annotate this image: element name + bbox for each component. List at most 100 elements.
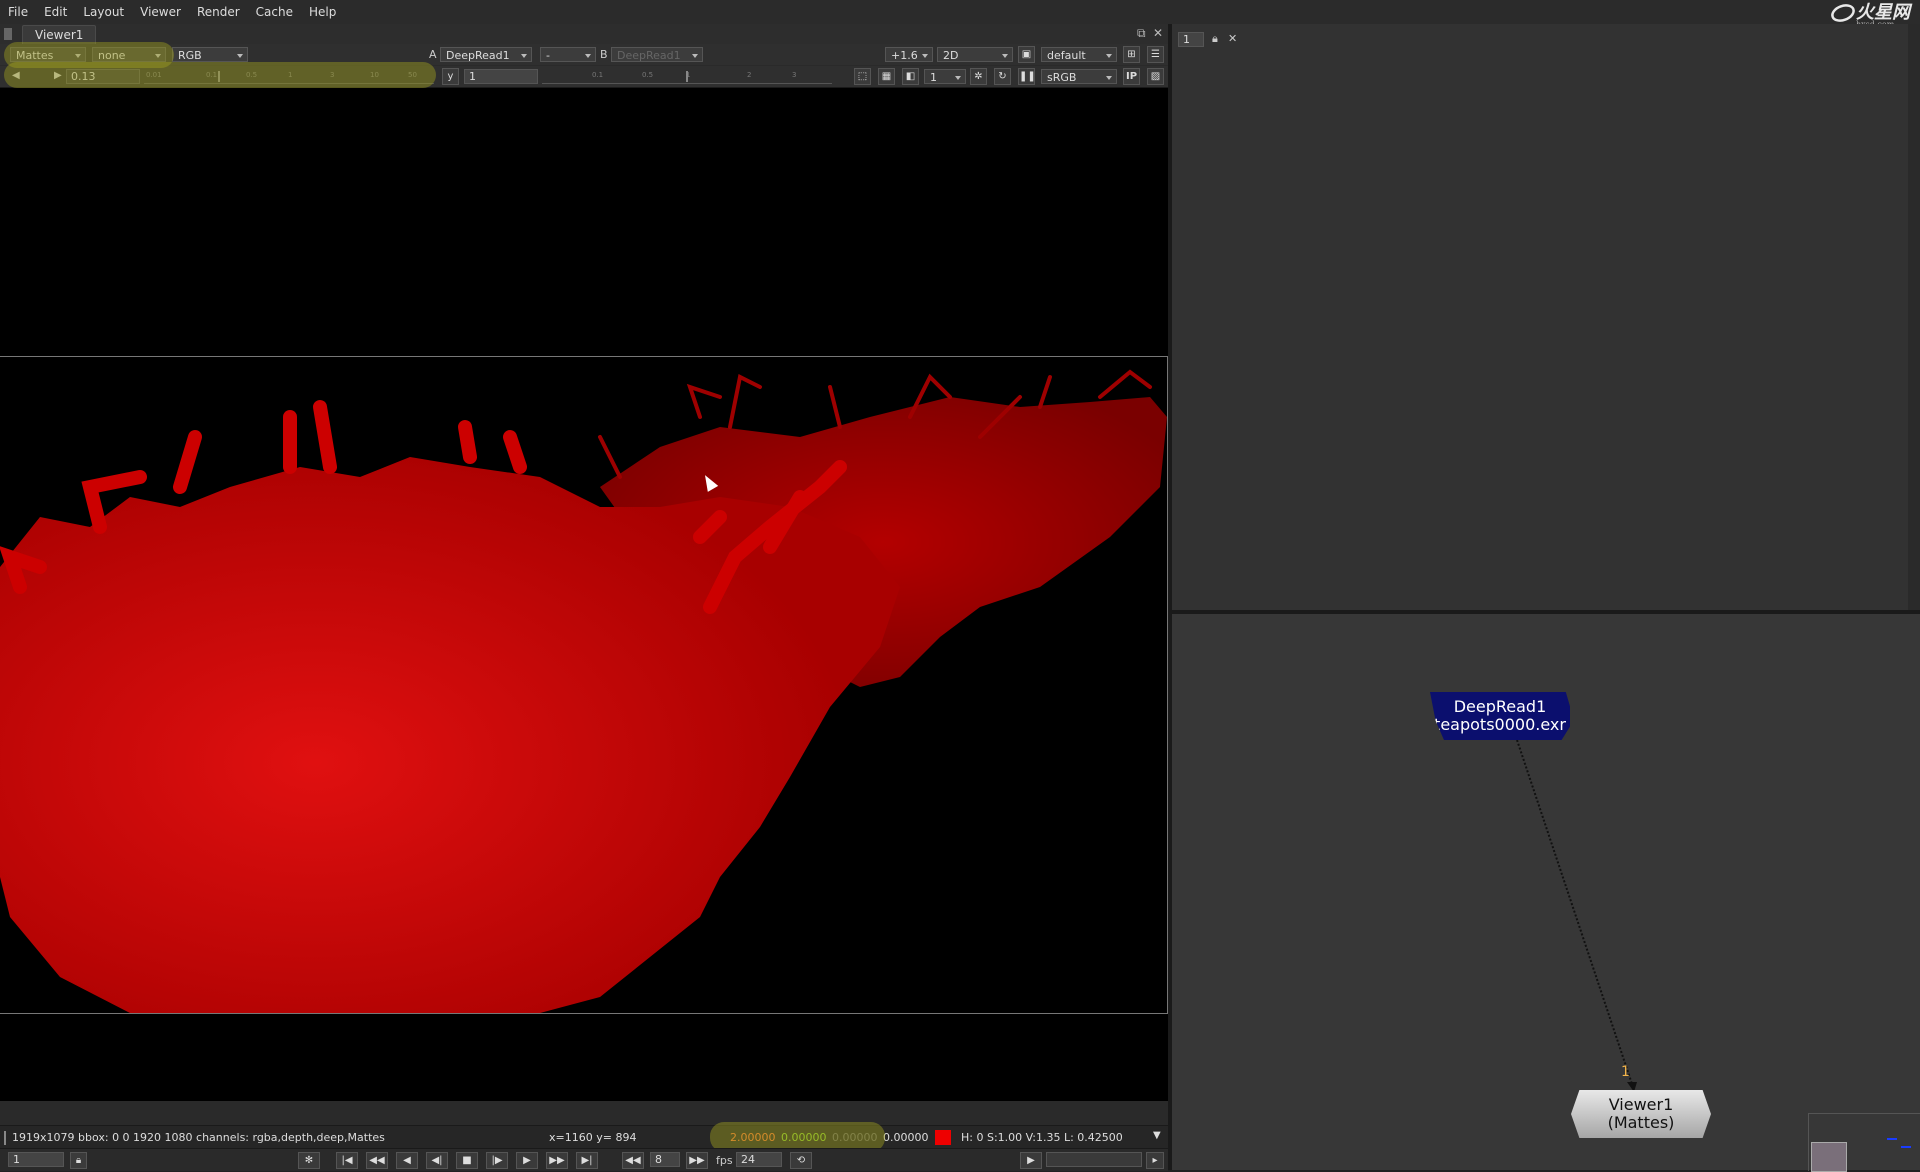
site-logo: 火星网hxsd.com <box>1830 2 1910 29</box>
wipe-operator-dropdown[interactable]: - <box>540 47 596 62</box>
layer-dropdown[interactable]: Mattes <box>10 47 86 62</box>
viewer-colorspace-dropdown[interactable]: sRGB <box>1041 69 1117 84</box>
roi-icon[interactable]: ⬚ <box>854 68 871 85</box>
stop-icon[interactable]: ■ <box>456 1152 478 1169</box>
info-bar-grip <box>4 1131 6 1145</box>
input-a-label: A <box>429 48 437 61</box>
gamma-field[interactable]: 1 <box>464 69 538 84</box>
next-keyframe-icon[interactable]: ▶▶ <box>546 1152 568 1169</box>
input-b-label: B <box>600 48 608 61</box>
viewer-toolbar-bottom: ◀ ▶ 0.13 0.01 0.1 0.5 1 3 10 50 y 1 0.1 … <box>0 66 1168 88</box>
step-forward-icon[interactable]: ▶ <box>516 1152 538 1169</box>
hsvl-readout: H: 0 S:1.00 V:1.35 L: 0.42500 <box>961 1131 1123 1144</box>
first-frame-icon[interactable]: |◀ <box>336 1152 358 1169</box>
pause-icon[interactable]: ❚❚ <box>1018 68 1036 85</box>
blue-value: 0.00000 <box>832 1131 878 1144</box>
viewer-settings-icon[interactable]: ☰ <box>1147 46 1164 63</box>
node-graph[interactable]: DeepRead1 teapots0000.exr 1 Viewer1 (Mat… <box>1172 614 1920 1172</box>
view-mode-dropdown[interactable]: 2D <box>937 47 1013 62</box>
info-menu-arrow-icon[interactable]: ▼ <box>1153 1130 1161 1141</box>
menu-help[interactable]: Help <box>301 5 344 19</box>
deepread-node-name: DeepRead1 <box>1453 697 1547 716</box>
fstop-left-arrow-icon[interactable]: ◀ <box>12 68 20 83</box>
tab-viewer1[interactable]: Viewer1 <box>22 25 97 45</box>
lut-dropdown[interactable]: default <box>1041 47 1117 62</box>
gain-tick-label: 0.5 <box>246 71 258 79</box>
viewer-tab-bar: Viewer1 ⧉ ✕ <box>0 24 1168 45</box>
fstop-right-arrow-icon[interactable]: ▶ <box>54 68 62 83</box>
sync-viewer-icon[interactable]: ✻ <box>298 1152 320 1169</box>
camera-icon[interactable]: ▣ <box>1018 46 1035 63</box>
lock-panels-icon[interactable]: 🔒︎ <box>1212 32 1218 46</box>
gain-tick-label: 1 <box>288 71 293 79</box>
lock-frame-icon[interactable]: 🔒︎ <box>70 1152 87 1169</box>
play-forward-icon[interactable]: |▶ <box>486 1152 508 1169</box>
properties-scrollbar[interactable] <box>1908 24 1920 610</box>
viewer-canvas[interactable] <box>0 88 1168 1101</box>
last-frame-icon[interactable]: ▶| <box>576 1152 598 1169</box>
menu-layout[interactable]: Layout <box>75 5 132 19</box>
loop-mode-icon[interactable]: ⟲ <box>790 1152 812 1169</box>
gain-tick-label: 0.1 <box>206 71 218 79</box>
viewer-info-bar: 1919x1079 bbox: 0 0 1920 1080 channels: … <box>0 1125 1168 1149</box>
alpha-dropdown[interactable]: none <box>92 47 166 62</box>
menu-edit[interactable]: Edit <box>36 5 75 19</box>
gain-field[interactable]: 0.13 <box>66 69 140 84</box>
gain-tick-label: 0.01 <box>146 71 162 79</box>
deepread-node[interactable]: DeepRead1 teapots0000.exr <box>1430 692 1570 740</box>
clipping-warning-icon[interactable]: ▦ <box>878 68 895 85</box>
minimap-node-marker <box>1887 1138 1897 1140</box>
minimap-node-marker <box>1901 1146 1911 1148</box>
viewer-node[interactable]: Viewer1 (Mattes) <box>1571 1090 1711 1138</box>
downscale-dropdown[interactable]: 1 <box>924 69 966 84</box>
gamma-tick-label: 3 <box>792 71 797 79</box>
format-boundary-bottom <box>0 1013 1168 1014</box>
skip-forward-increment-icon[interactable]: ▶▶ <box>686 1152 708 1169</box>
gamma-label[interactable]: y <box>442 68 459 85</box>
wipe-toggle-icon[interactable]: ▨ <box>1147 68 1164 85</box>
viewer-node-layer: (Mattes) <box>1607 1113 1675 1132</box>
input-a-dropdown[interactable]: DeepRead1 <box>440 47 532 62</box>
zoom-dropdown[interactable]: +1.6 <box>885 47 933 62</box>
float-pane-icon[interactable]: ⧉ <box>1137 26 1146 41</box>
clear-panels-icon[interactable]: ✕ <box>1228 32 1237 45</box>
input-process-button[interactable]: IP <box>1123 68 1140 85</box>
pause-render-icon[interactable]: ✲ <box>970 68 987 85</box>
range-lock-icon[interactable]: ▸ <box>1146 1152 1164 1169</box>
menu-file[interactable]: File <box>0 5 36 19</box>
display-channels-dropdown[interactable]: RGB <box>172 47 248 62</box>
menu-render[interactable]: Render <box>189 5 248 19</box>
viewer-node-name: Viewer1 <box>1608 1095 1674 1114</box>
gain-slider-knob[interactable] <box>218 71 220 82</box>
properties-bin: 1 🔒︎ ✕ <box>1172 24 1920 610</box>
gain-slider[interactable]: 0.01 0.1 0.5 1 3 10 50 <box>144 71 434 84</box>
proxy-icon[interactable]: ◧ <box>902 68 919 85</box>
input-b-dropdown[interactable]: DeepRead1 <box>611 47 703 62</box>
pane-grip-icon[interactable] <box>4 28 12 40</box>
gain-tick-label: 3 <box>330 71 335 79</box>
frame-range-field[interactable] <box>1046 1152 1142 1167</box>
gain-tick-label: 50 <box>408 71 417 79</box>
gamma-tick-label: 2 <box>747 71 752 79</box>
flipbook-icon[interactable]: ▶ <box>1020 1152 1042 1169</box>
menu-cache[interactable]: Cache <box>248 5 301 19</box>
step-back-icon[interactable]: ◀ <box>396 1152 418 1169</box>
node-graph-minimap[interactable] <box>1808 1113 1920 1172</box>
previous-keyframe-icon[interactable]: ◀◀ <box>366 1152 388 1169</box>
max-panels-field[interactable]: 1 <box>1178 32 1204 47</box>
fps-field[interactable]: 24 <box>736 1152 782 1167</box>
play-backward-icon[interactable]: ◀| <box>426 1152 448 1169</box>
frame-increment-field[interactable]: 8 <box>650 1152 680 1167</box>
minimap-viewport[interactable] <box>1811 1142 1847 1172</box>
gamma-slider-knob[interactable] <box>686 71 688 82</box>
fit-view-icon[interactable]: ⊞ <box>1123 46 1140 63</box>
gamma-slider[interactable]: 0.1 0.5 1 2 3 <box>542 71 832 84</box>
refresh-icon[interactable]: ↻ <box>994 68 1011 85</box>
current-frame-field[interactable]: 1 <box>8 1152 64 1167</box>
skip-back-increment-icon[interactable]: ◀◀ <box>622 1152 644 1169</box>
alpha-value: 0.00000 <box>883 1131 929 1144</box>
close-pane-icon[interactable]: ✕ <box>1153 26 1163 40</box>
menu-viewer[interactable]: Viewer <box>132 5 189 19</box>
menu-bar: File Edit Layout Viewer Render Cache Hel… <box>0 0 1920 29</box>
red-value: 2.00000 <box>730 1131 776 1144</box>
